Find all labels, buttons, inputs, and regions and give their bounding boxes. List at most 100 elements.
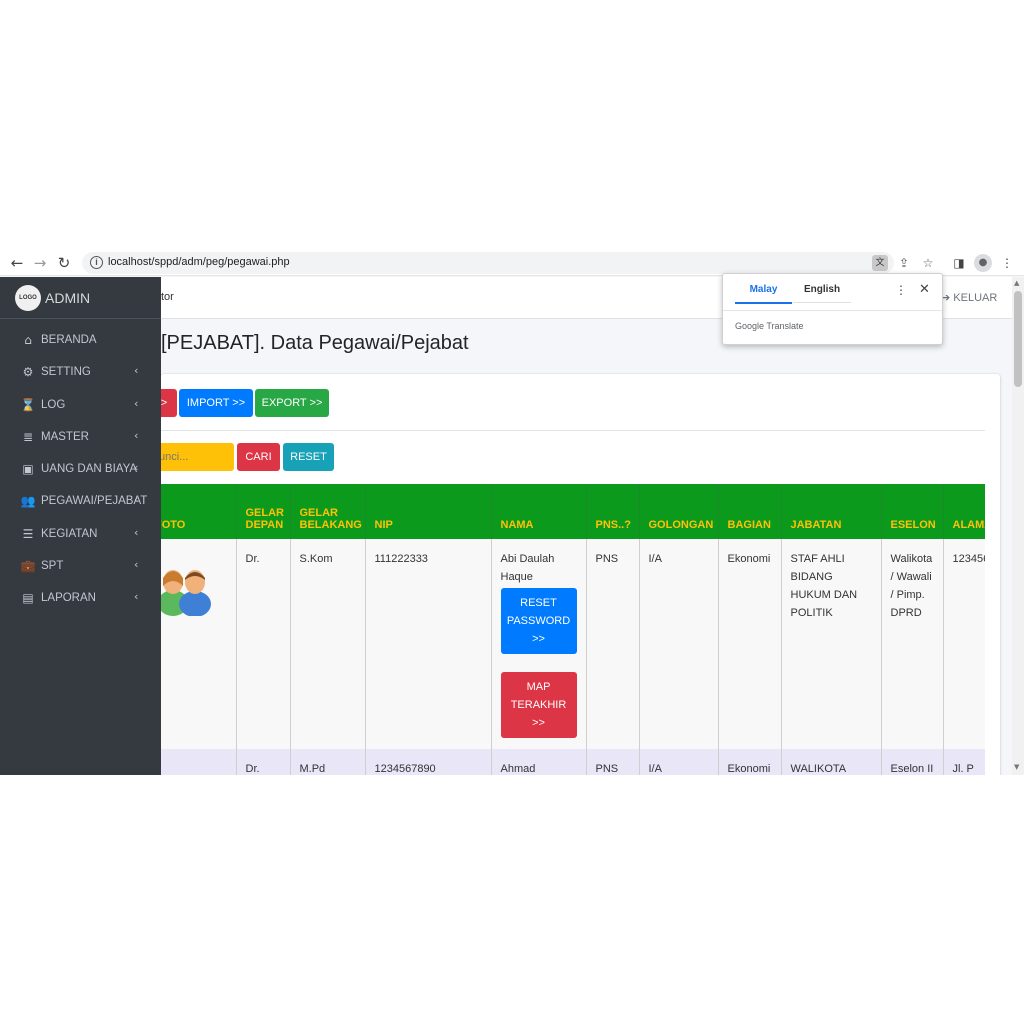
sidebar-menu: ⌂ BERANDA ⚙ SETTING ‹ ⌛ LOG ‹ ≣ MASTER ‹… (0, 325, 161, 616)
sidebar-item-setting[interactable]: ⚙ SETTING ‹ (0, 357, 161, 389)
column-header[interactable]: FOTO (161, 484, 237, 539)
sidebar-item-label: UANG DAN BIAYA (41, 463, 138, 476)
column-header[interactable]: NIP (365, 484, 492, 539)
sidebar-item-label: MASTER (41, 430, 89, 443)
employee-name: Abi Daulah Haque (500, 553, 555, 583)
logout-label: KELUAR (953, 292, 998, 304)
column-header[interactable]: ALAMAT (943, 484, 985, 539)
table-cell: STAF AHLI BIDANG HUKUM DAN POLITIK (781, 539, 882, 749)
sidebar-item-label: KEGIATAN (41, 527, 98, 540)
table-row: Dr. M.Pd 1234567890 Ahmad Solikhin PNS I… (161, 749, 985, 775)
scrollbar-thumb[interactable] (1014, 291, 1022, 387)
sidebar-item-label: SPT (41, 560, 64, 573)
arrow-left-icon[interactable]: ← (8, 254, 26, 272)
column-header[interactable]: GELAR DEPAN (236, 484, 291, 539)
chevron-left-icon: ‹ (134, 396, 139, 410)
reset-button[interactable]: RESET (283, 443, 334, 471)
table-cell: WALIKOTA (781, 749, 882, 775)
table-cell: I/A (639, 539, 719, 749)
newspaper-icon: ▤ (22, 591, 34, 606)
table-cell: S.Kom (290, 539, 366, 749)
page-title: [PEJABAT]. Data Pegawai/Pejabat (161, 332, 469, 354)
sidebar-item-pegawai-pejabat[interactable]: 👥 PEGAWAI/PEJABAT ‹ (0, 486, 161, 518)
star-icon[interactable]: ☆ (920, 255, 936, 271)
add-button[interactable]: > (161, 389, 177, 417)
column-header[interactable]: BAGIAN (718, 484, 782, 539)
table-cell: I/A (639, 749, 719, 775)
users-avatar-icon (161, 766, 221, 775)
table-header-row: FOTO GELAR DEPAN GELAR BELAKANG NIP NAMA… (161, 484, 985, 539)
url-text[interactable]: localhost/sppd/adm/peg/pegawai.php (108, 256, 290, 268)
chevron-left-icon: ‹ (134, 590, 139, 604)
sidebar-item-master[interactable]: ≣ MASTER ‹ (0, 422, 161, 454)
more-options-icon[interactable]: ⋮ (895, 283, 907, 297)
photo-cell (161, 539, 237, 749)
search-button[interactable]: CARI (237, 443, 280, 471)
sidebar-item-log[interactable]: ⌛ LOG ‹ (0, 390, 161, 422)
table-cell: Jl. P (943, 749, 985, 775)
column-header[interactable]: GOLONGAN (639, 484, 719, 539)
arrow-right-icon[interactable]: → (31, 254, 49, 272)
table-cell: Ekonomi (718, 539, 782, 749)
chevron-left-icon: ‹ (134, 558, 139, 572)
users-icon: 👥 (20, 494, 36, 509)
scroll-down-icon[interactable]: ▼ (1014, 763, 1019, 771)
name-cell: Abi Daulah Haque RESET PASSWORD >> MAP T… (491, 539, 587, 749)
page-scrollbar[interactable]: ▲ ▼ (1012, 277, 1024, 775)
column-header[interactable]: JABATAN (781, 484, 882, 539)
table-scroll-container[interactable]: FOTO GELAR DEPAN GELAR BELAKANG NIP NAMA… (161, 484, 985, 775)
export-button[interactable]: EXPORT >> (255, 389, 329, 417)
search-input[interactable] (161, 443, 234, 471)
map-terakhir-button[interactable]: MAP TERAKHIR >> (500, 672, 577, 738)
translate-icon[interactable]: 文 (872, 255, 888, 271)
profile-icon[interactable]: ● (974, 254, 992, 272)
info-icon[interactable]: i (90, 256, 103, 269)
sidebar-item-label: SETTING (41, 366, 91, 379)
tab-english[interactable]: English (793, 284, 851, 303)
sidebar-item-kegiatan[interactable]: ☰ KEGIATAN ‹ (0, 519, 161, 551)
sidebar-item-beranda[interactable]: ⌂ BERANDA (0, 325, 161, 357)
home-icon: ⌂ (24, 333, 32, 347)
kebab-menu-icon[interactable]: ⋮ (998, 254, 1016, 272)
scroll-up-icon[interactable]: ▲ (1014, 279, 1019, 287)
screenshot: ← → ↻ i localhost/sppd/adm/peg/pegawai.p… (0, 250, 1024, 775)
database-icon: ≣ (22, 429, 34, 444)
sidebar: LOGO ADMIN ⌂ BERANDA ⚙ SETTING ‹ ⌛ LOG ‹… (0, 277, 161, 775)
table-cell: 111222333 (365, 539, 492, 749)
column-header[interactable]: ESELON (881, 484, 944, 539)
table-cell: Dr. (236, 749, 291, 775)
divider (161, 430, 985, 431)
logout-link[interactable]: ➔ KELUAR (941, 291, 997, 304)
briefcase-icon: 💼 (20, 559, 36, 574)
sidebar-item-label: PEGAWAI/PEJABAT (41, 495, 148, 508)
tab-malay[interactable]: Malay (735, 284, 792, 304)
reload-icon[interactable]: ↻ (55, 254, 73, 272)
reset-password-button[interactable]: RESET PASSWORD >> (500, 588, 577, 654)
close-icon[interactable]: ✕ (919, 282, 930, 297)
hourglass-icon: ⌛ (20, 397, 36, 412)
chevron-left-icon: ‹ (134, 525, 139, 539)
column-header[interactable]: PNS..? (586, 484, 640, 539)
import-button[interactable]: IMPORT >> (179, 389, 253, 417)
chevron-left-icon: ‹ (134, 364, 139, 378)
table-cell: Dr. (236, 539, 291, 749)
google-translate-brand: Google Translate (735, 321, 804, 331)
table-cell: 123456 (943, 539, 985, 749)
sidebar-item-uang-dan-biaya[interactable]: ▣ UANG DAN BIAYA ‹ (0, 454, 161, 486)
money-icon: ▣ (22, 462, 34, 477)
translate-popup: Malay English ⋮ ✕ Google Translate (722, 273, 943, 345)
table-cell: PNS (586, 539, 640, 749)
table-row: Dr. S.Kom 111222333 Abi Daulah Haque RES… (161, 539, 985, 749)
sidebar-item-label: LAPORAN (41, 592, 96, 605)
share-icon[interactable]: ⇪ (896, 255, 912, 271)
side-panel-icon[interactable]: ◨ (950, 254, 968, 272)
sidebar-item-laporan[interactable]: ▤ LAPORAN ‹ (0, 583, 161, 615)
table-cell: Walikota / Wawali / Pimp. DPRD (881, 539, 944, 749)
address-bar[interactable]: i localhost/sppd/adm/peg/pegawai.php 文 ⇪… (82, 252, 933, 274)
column-header[interactable]: GELAR BELAKANG (290, 484, 366, 539)
table-cell: Ahmad Solikhin (491, 749, 587, 775)
sidebar-item-spt[interactable]: 💼 SPT ‹ (0, 551, 161, 583)
column-header[interactable]: NAMA (491, 484, 587, 539)
brand[interactable]: LOGO ADMIN (0, 277, 161, 319)
table-cell: Ekonomi (718, 749, 782, 775)
